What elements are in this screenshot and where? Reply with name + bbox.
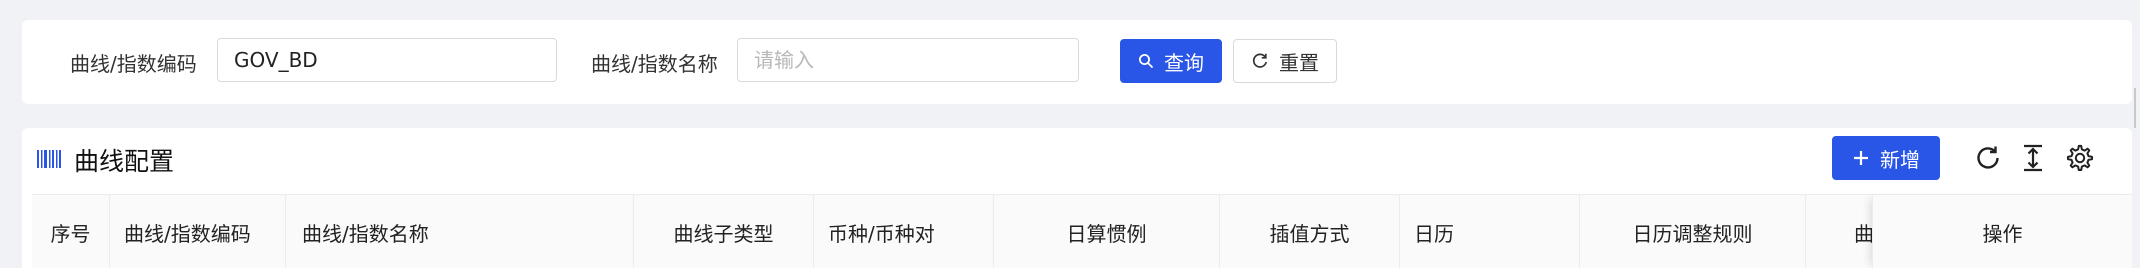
column-header-calendar: 日历 — [1400, 195, 1580, 268]
search-icon — [1138, 53, 1154, 69]
column-header-interpolation: 插值方式 — [1220, 195, 1400, 268]
table-header: 序号 曲线/指数编码 曲线/指数名称 曲线子类型 币种/币种对 日算惯例 插值方… — [32, 194, 2132, 268]
page-title: 曲线配置 — [74, 147, 175, 176]
curve-code-label: 曲线/指数编码 — [70, 52, 197, 76]
add-button-label: 新增 — [1880, 147, 1920, 172]
table-panel: 曲线配置 新增 序号 曲线/指数编码 曲线/指数名称 曲线子类型 币种/币种对 … — [22, 128, 2132, 268]
curve-name-label: 曲线/指数名称 — [591, 52, 718, 76]
reset-button-label: 重置 — [1279, 50, 1319, 75]
reload-icon[interactable] — [1972, 142, 2004, 174]
search-panel: 曲线/指数编码 曲线/指数名称 查询 重置 — [22, 20, 2132, 104]
add-button[interactable]: 新增 — [1832, 136, 1940, 180]
column-header-day-count: 日算惯例 — [994, 195, 1220, 268]
column-header-curve-code: 曲线/指数编码 — [110, 195, 286, 268]
barcode-icon — [37, 150, 61, 172]
column-header-calendar-adjust: 日历调整规则 — [1580, 195, 1806, 268]
curve-name-input[interactable] — [737, 38, 1079, 82]
query-button[interactable]: 查询 — [1120, 39, 1222, 83]
curve-code-input[interactable] — [217, 38, 557, 82]
refresh-icon — [1251, 52, 1269, 70]
column-header-currency: 币种/币种对 — [814, 195, 994, 268]
column-header-index: 序号 — [32, 195, 110, 268]
column-header-curve-name: 曲线/指数名称 — [286, 195, 634, 268]
column-header-actions: 操作 — [1872, 195, 2132, 268]
column-header-curve-subtype: 曲线子类型 — [634, 195, 814, 268]
settings-icon[interactable] — [2064, 142, 2096, 174]
plus-icon — [1852, 149, 1870, 167]
reset-button[interactable]: 重置 — [1233, 39, 1337, 83]
query-button-label: 查询 — [1164, 50, 1204, 75]
column-height-icon[interactable] — [2017, 142, 2049, 174]
page-scrollbar[interactable] — [2134, 88, 2136, 128]
